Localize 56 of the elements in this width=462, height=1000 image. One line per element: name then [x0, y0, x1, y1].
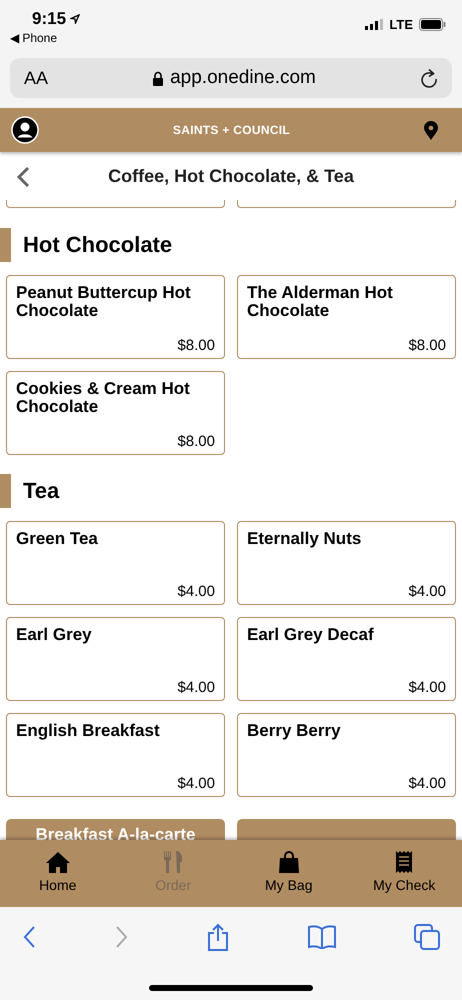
item-price: $8.00	[408, 337, 446, 354]
network-label: LTE	[389, 16, 413, 32]
item-price: $4.00	[177, 583, 215, 600]
item-name: Berry Berry	[247, 722, 342, 740]
item-price: $4.00	[408, 583, 446, 600]
location-arrow-icon	[70, 14, 80, 24]
back-to-app-link[interactable]: ◀ Phone	[10, 31, 80, 45]
tab-item[interactable]: My Bag	[231, 840, 346, 907]
home-icon	[44, 851, 71, 873]
bookmarks-icon[interactable]	[308, 925, 336, 949]
item-price: $4.00	[177, 679, 215, 696]
menu-item-card[interactable]: Cookies & Cream Hot Chocolate $8.00	[6, 371, 225, 455]
bag-icon	[278, 851, 300, 873]
lock-icon	[152, 70, 164, 86]
menu-item-card[interactable]: English Breakfast $4.00	[6, 713, 225, 797]
menu-item-card[interactable]: Eternally Nuts $4.00	[237, 521, 456, 605]
item-price: $4.00	[408, 679, 446, 696]
item-name: Green Tea	[16, 530, 99, 548]
item-price: $4.00	[408, 775, 446, 792]
item-name: Earl Grey Decaf	[247, 626, 375, 644]
tab-item[interactable]: Home	[0, 840, 116, 907]
battery-icon	[419, 18, 446, 30]
item-name: Cookies & Cream Hot Chocolate	[16, 380, 191, 416]
back-chevron-icon[interactable]	[16, 166, 30, 188]
brand-name: SAINTS + COUNCIL	[172, 123, 290, 137]
item-name: Eternally Nuts	[247, 530, 362, 548]
item-price: $8.00	[177, 433, 215, 450]
menu-item-card[interactable]: Berry Berry $4.00	[237, 713, 456, 797]
item-price: $4.00	[177, 775, 215, 792]
signal-icon	[365, 18, 384, 30]
receipt-icon	[395, 851, 414, 873]
section-heading: Tea	[0, 474, 462, 508]
tab-item[interactable]: My Check	[346, 840, 462, 907]
clock-time: 9:15	[32, 9, 66, 29]
reload-icon[interactable]	[420, 68, 438, 88]
menu-item-card[interactable]: Green Tea $4.00	[6, 521, 225, 605]
item-name: The Alderman Hot Chocolate	[247, 284, 394, 320]
url-text: app.onedine.com	[170, 67, 316, 89]
menu-item-card[interactable]: The Alderman Hot Chocolate $8.00	[237, 275, 456, 359]
page-title: Coffee, Hot Chocolate, & Tea	[108, 166, 354, 186]
account-icon[interactable]	[11, 116, 39, 144]
item-price: $8.00	[177, 337, 215, 354]
item-name: Peanut Buttercup Hot Chocolate	[16, 284, 192, 320]
location-pin-icon[interactable]	[424, 120, 438, 140]
menu-item-card[interactable]: Peanut Buttercup Hot Chocolate $8.00	[6, 275, 225, 359]
text-size-button[interactable]: AA	[24, 68, 48, 88]
item-name: Earl Grey	[16, 626, 93, 644]
fork-knife-icon	[163, 851, 184, 873]
menu-item-card[interactable]: Earl Grey Decaf $4.00	[237, 617, 456, 701]
back-icon[interactable]	[22, 925, 36, 949]
address-bar[interactable]: AA app.onedine.com	[10, 58, 452, 98]
menu-item-card[interactable]: Earl Grey $4.00	[6, 617, 225, 701]
item-name: English Breakfast	[16, 722, 161, 740]
section-heading: Hot Chocolate	[0, 228, 462, 262]
tabs-icon[interactable]	[414, 924, 440, 950]
share-icon[interactable]	[207, 923, 229, 951]
